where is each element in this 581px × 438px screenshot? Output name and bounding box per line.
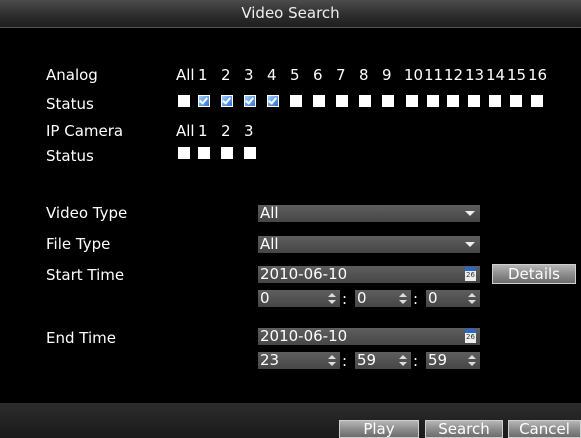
analog-channel-checkbox-6[interactable] <box>313 95 325 107</box>
chevron-down-icon <box>465 242 475 247</box>
analog-channel-checkbox-12[interactable] <box>447 95 459 107</box>
analog-status-label: Status <box>46 95 94 113</box>
analog-channel-checkbox-13[interactable] <box>468 95 480 107</box>
analog-channel-checkbox-16[interactable] <box>531 95 543 107</box>
start-minute-field[interactable]: 0 <box>355 290 411 307</box>
spinner-icon[interactable] <box>468 353 476 368</box>
time-separator: : <box>342 352 348 370</box>
file-type-value: All <box>260 235 279 253</box>
ip-camera-status-label: Status <box>46 147 94 165</box>
ip-channel-checkbox-1[interactable] <box>198 147 210 159</box>
video-type-value: All <box>260 204 279 222</box>
analog-channel-label-9: 9 <box>382 66 392 84</box>
start-second-field[interactable]: 0 <box>426 290 480 307</box>
end-date-value: 2010-06-10 <box>260 327 348 345</box>
analog-label: Analog <box>46 66 98 84</box>
start-date-value: 2010-06-10 <box>260 265 348 283</box>
end-second-value: 59 <box>428 351 448 369</box>
analog-channel-label-4: 4 <box>267 66 277 84</box>
ip-channel-label-3: 3 <box>244 122 254 140</box>
start-date-field[interactable]: 2010-06-10 26 <box>258 266 480 283</box>
analog-channel-label-8: 8 <box>359 66 369 84</box>
ip-channel-checkbox-3[interactable] <box>244 147 256 159</box>
spinner-icon[interactable] <box>399 353 407 368</box>
analog-channel-label-6: 6 <box>313 66 323 84</box>
end-time-label: End Time <box>46 329 116 347</box>
analog-channel-label-10: 10 <box>404 66 424 84</box>
file-type-label: File Type <box>46 235 111 253</box>
analog-channel-checkbox-10[interactable] <box>406 95 418 107</box>
analog-channel-checkbox-4[interactable] <box>267 95 279 107</box>
analog-channel-label-16: 16 <box>528 66 548 84</box>
analog-channel-label-2: 2 <box>221 66 231 84</box>
play-button[interactable]: Play <box>339 420 419 438</box>
analog-channel-label-13: 13 <box>465 66 485 84</box>
start-hour-value: 0 <box>260 289 270 307</box>
spinner-icon[interactable] <box>328 291 336 306</box>
details-button[interactable]: Details <box>492 264 576 284</box>
start-second-value: 0 <box>428 289 438 307</box>
time-separator: : <box>413 290 419 308</box>
video-type-label: Video Type <box>46 204 128 222</box>
analog-channel-checkbox-3[interactable] <box>244 95 256 107</box>
file-type-select[interactable]: All <box>258 236 480 253</box>
end-hour-field[interactable]: 23 <box>258 352 340 369</box>
calendar-icon[interactable]: 26 <box>465 267 476 281</box>
analog-channel-checkbox-8[interactable] <box>359 95 371 107</box>
spinner-icon[interactable] <box>399 291 407 306</box>
spinner-icon[interactable] <box>328 353 336 368</box>
analog-channel-label-5: 5 <box>290 66 300 84</box>
analog-channel-checkbox-1[interactable] <box>198 95 210 107</box>
title-bar: Video Search <box>0 0 581 28</box>
analog-channel-label-15: 15 <box>507 66 527 84</box>
ip-all-checkbox[interactable] <box>178 147 190 159</box>
spinner-icon[interactable] <box>468 291 476 306</box>
time-separator: : <box>413 352 419 370</box>
analog-channel-checkbox-7[interactable] <box>336 95 348 107</box>
start-time-label: Start Time <box>46 266 125 284</box>
analog-channel-label-1: 1 <box>198 66 208 84</box>
end-hour-value: 23 <box>260 351 280 369</box>
end-minute-value: 59 <box>357 351 377 369</box>
analog-channel-checkbox-11[interactable] <box>427 95 439 107</box>
chevron-down-icon <box>465 211 475 216</box>
calendar-icon[interactable]: 26 <box>465 329 476 343</box>
analog-channel-checkbox-9[interactable] <box>382 95 394 107</box>
search-button[interactable]: Search <box>425 420 503 438</box>
analog-channel-checkbox-5[interactable] <box>290 95 302 107</box>
analog-channel-checkbox-15[interactable] <box>510 95 522 107</box>
cancel-button[interactable]: Cancel <box>508 420 581 438</box>
time-separator: : <box>342 290 348 308</box>
ip-channel-label-1: 1 <box>198 122 208 140</box>
analog-channel-label-14: 14 <box>486 66 506 84</box>
end-date-field[interactable]: 2010-06-10 26 <box>258 328 480 345</box>
window-title: Video Search <box>241 4 340 22</box>
analog-channel-label-12: 12 <box>444 66 464 84</box>
ip-camera-label: IP Camera <box>46 122 124 140</box>
analog-channel-label-3: 3 <box>244 66 254 84</box>
analog-channel-checkbox-2[interactable] <box>221 95 233 107</box>
end-second-field[interactable]: 59 <box>426 352 480 369</box>
ip-channel-checkbox-2[interactable] <box>221 147 233 159</box>
analog-all-label: All <box>176 66 195 84</box>
end-minute-field[interactable]: 59 <box>355 352 411 369</box>
analog-channel-label-7: 7 <box>336 66 346 84</box>
analog-all-checkbox[interactable] <box>178 95 190 107</box>
ip-channel-label-2: 2 <box>221 122 231 140</box>
start-hour-field[interactable]: 0 <box>258 290 340 307</box>
ip-all-label: All <box>176 122 195 140</box>
start-minute-value: 0 <box>357 289 367 307</box>
video-type-select[interactable]: All <box>258 205 480 222</box>
analog-channel-label-11: 11 <box>424 66 444 84</box>
analog-channel-checkbox-14[interactable] <box>489 95 501 107</box>
